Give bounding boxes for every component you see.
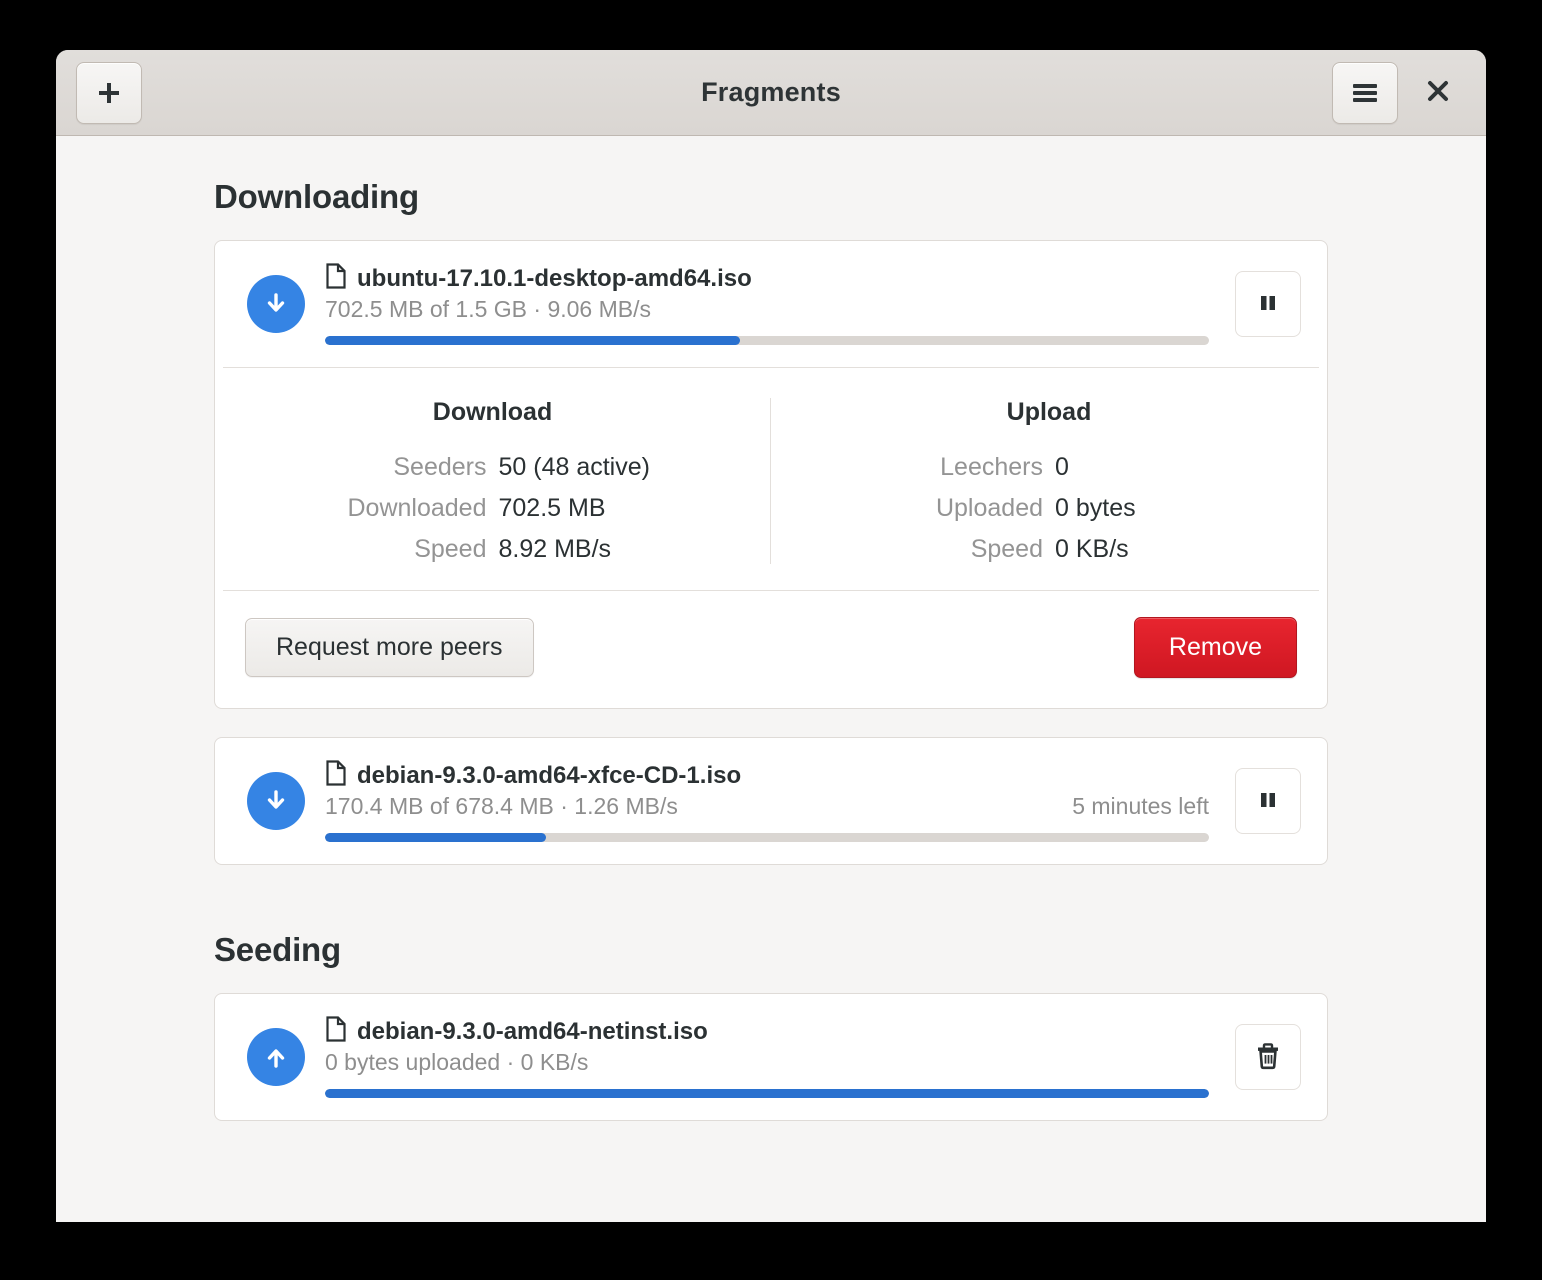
section-heading-downloading: Downloading — [214, 178, 419, 215]
torrent-file-name: ubuntu-17.10.1-desktop-amd64.iso — [357, 264, 752, 292]
pause-torrent-button[interactable] — [1235, 768, 1301, 834]
section-heading-seeding: Seeding — [214, 931, 341, 968]
torrent-info: debian-9.3.0-amd64-xfce-CD-1.iso 170.4 M… — [325, 760, 1209, 842]
stat-row: Downloaded 702.5 MB — [225, 494, 760, 523]
remove-torrent-button[interactable]: Remove — [1133, 617, 1297, 678]
torrent-status-line: 702.5 MB of 1.5 GB · 9.06 MB/s — [325, 296, 1209, 323]
window-title: Fragments — [701, 77, 841, 107]
download-arrow-icon — [247, 772, 305, 830]
torrent-action-bar: Request more peers Remove — [215, 591, 1327, 708]
torrent-progress-fill — [325, 1089, 1209, 1098]
pause-icon — [1257, 788, 1279, 815]
torrent-progress-fill — [325, 833, 546, 842]
close-icon — [1425, 78, 1451, 107]
upload-arrow-icon — [247, 1028, 305, 1086]
torrent-row[interactable]: debian-9.3.0-amd64-netinst.iso 0 bytes u… — [214, 993, 1328, 1121]
torrent-progress-bar — [325, 336, 1209, 345]
torrent-transfer-status: 702.5 MB of 1.5 GB · 9.06 MB/s — [325, 296, 651, 322]
torrent-status-line: 170.4 MB of 678.4 MB · 1.26 MB/s 5 minut… — [325, 793, 1209, 820]
file-document-icon — [325, 1016, 347, 1047]
window-headerbar: Fragments — [56, 50, 1486, 136]
stat-row: Leechers 0 — [781, 453, 1317, 482]
stat-key: Leechers — [940, 453, 1043, 481]
torrent-progress-bar — [325, 1089, 1209, 1098]
torrent-name-line: ubuntu-17.10.1-desktop-amd64.iso — [325, 263, 1209, 294]
stat-row: Uploaded 0 bytes — [781, 494, 1317, 523]
main-menu-button[interactable] — [1332, 61, 1398, 124]
torrent-name-line: debian-9.3.0-amd64-netinst.iso — [325, 1016, 1209, 1047]
stat-value: 8.92 MB/s — [498, 535, 612, 563]
fragments-window: Fragments Downloading ubuntu-17.10.1-des… — [56, 50, 1486, 1222]
stat-key: Speed — [970, 535, 1043, 563]
stat-key: Speed — [414, 535, 487, 563]
stat-value: 0 bytes — [1055, 494, 1136, 522]
torrent-list-scroll-area[interactable]: Downloading ubuntu-17.10.1-desktop-amd64… — [56, 136, 1486, 1222]
torrent-statistics: Download Seeders 50 (48 active) Download… — [215, 368, 1327, 590]
torrent-row[interactable]: debian-9.3.0-amd64-xfce-CD-1.iso 170.4 M… — [214, 737, 1328, 865]
trash-icon — [1255, 1042, 1281, 1073]
stat-row: Seeders 50 (48 active) — [225, 453, 760, 482]
close-window-button[interactable] — [1410, 65, 1466, 121]
torrent-status-line: 0 bytes uploaded · 0 KB/s — [325, 1049, 1209, 1076]
stat-value: 50 (48 active) — [498, 453, 650, 481]
plus-icon — [96, 80, 122, 106]
stat-value: 0 — [1055, 453, 1069, 481]
add-torrent-button[interactable] — [76, 61, 142, 124]
torrent-name-line: debian-9.3.0-amd64-xfce-CD-1.iso — [325, 760, 1209, 791]
stat-key: Seeders — [393, 453, 487, 481]
torrent-progress-fill — [325, 336, 741, 345]
torrent-summary: ubuntu-17.10.1-desktop-amd64.iso 702.5 M… — [215, 241, 1327, 367]
upload-stats-heading: Upload — [1006, 398, 1092, 426]
download-stats-column: Download Seeders 50 (48 active) Download… — [215, 398, 771, 564]
stat-key: Downloaded — [347, 494, 487, 522]
pause-torrent-button[interactable] — [1235, 271, 1301, 337]
upload-stats-column: Upload Leechers 0 Uploaded 0 bytes Speed… — [771, 398, 1327, 564]
torrent-transfer-status: 0 bytes uploaded · 0 KB/s — [325, 1049, 589, 1075]
remove-torrent-button[interactable] — [1235, 1024, 1301, 1090]
stat-row: Speed 8.92 MB/s — [225, 535, 760, 564]
stat-value: 0 KB/s — [1055, 535, 1129, 563]
torrent-summary: debian-9.3.0-amd64-netinst.iso 0 bytes u… — [215, 994, 1327, 1120]
pause-icon — [1257, 291, 1279, 318]
torrent-summary: debian-9.3.0-amd64-xfce-CD-1.iso 170.4 M… — [215, 738, 1327, 864]
torrent-file-name: debian-9.3.0-amd64-netinst.iso — [357, 1017, 708, 1045]
torrent-info: ubuntu-17.10.1-desktop-amd64.iso 702.5 M… — [325, 263, 1209, 345]
stat-row: Speed 0 KB/s — [781, 535, 1317, 564]
stat-key: Uploaded — [935, 494, 1043, 522]
stat-value: 702.5 MB — [498, 494, 606, 522]
request-more-peers-button[interactable]: Request more peers — [245, 618, 534, 677]
torrent-transfer-status: 170.4 MB of 678.4 MB · 1.26 MB/s — [325, 793, 678, 819]
download-stats-heading: Download — [432, 398, 553, 426]
torrent-progress-bar — [325, 833, 1209, 842]
torrent-info: debian-9.3.0-amd64-netinst.iso 0 bytes u… — [325, 1016, 1209, 1098]
torrent-row-expanded[interactable]: ubuntu-17.10.1-desktop-amd64.iso 702.5 M… — [214, 240, 1328, 709]
file-document-icon — [325, 760, 347, 791]
torrent-eta: 5 minutes left — [1072, 793, 1209, 819]
file-document-icon — [325, 263, 347, 294]
torrent-file-name: debian-9.3.0-amd64-xfce-CD-1.iso — [357, 761, 742, 789]
download-arrow-icon — [247, 275, 305, 333]
hamburger-menu-icon — [1351, 82, 1379, 104]
